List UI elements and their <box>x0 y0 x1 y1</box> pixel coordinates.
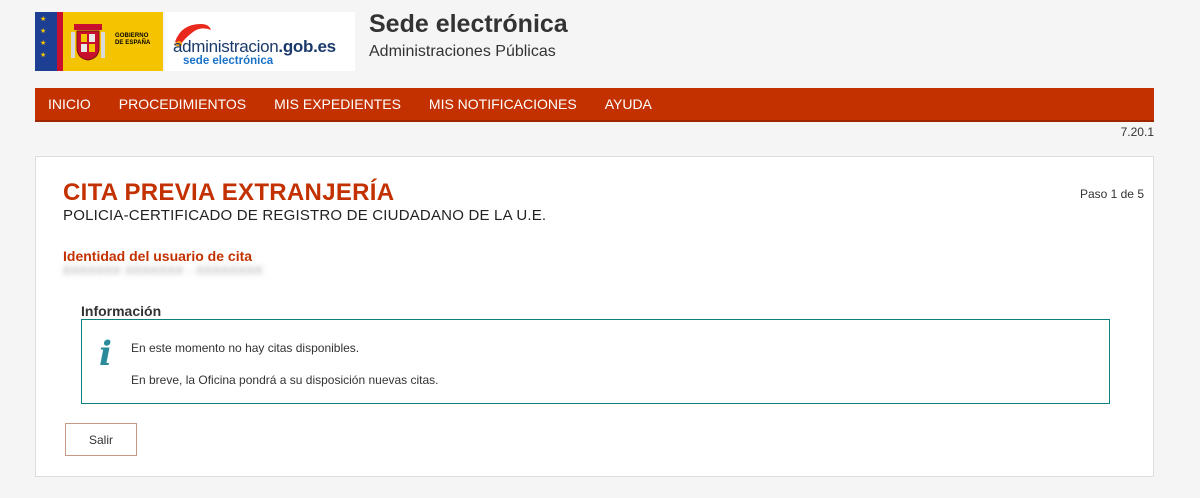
info-heading: Información <box>81 303 162 319</box>
nav-item-inicio[interactable]: INICIO <box>48 96 91 112</box>
page-subtitle: POLICIA-CERTIFICADO DE REGISTRO DE CIUDA… <box>63 207 547 224</box>
nav-item-ayuda[interactable]: AYUDA <box>605 96 652 112</box>
info-box: i En este momento no hay citas disponibl… <box>81 319 1110 404</box>
nav-item-mis-notificaciones[interactable]: MIS NOTIFICACIONES <box>429 96 577 112</box>
gobierno-logo-text: GOBIERNO DE ESPAÑA <box>115 33 150 47</box>
step-indicator: Paso 1 de 5 <box>1079 187 1144 201</box>
info-message-2: En breve, la Oficina pondrá a su disposi… <box>131 373 439 387</box>
gobierno-de-espana-logo[interactable]: ★ ★ ★ ★ GOBIERNO DE ESPAÑA <box>35 12 163 71</box>
coat-of-arms-icon <box>71 24 105 61</box>
administracion-logo[interactable]: administracion.gob.es sede electrónica <box>165 12 355 71</box>
nav-item-mis-expedientes[interactable]: MIS EXPEDIENTES <box>274 96 401 112</box>
star-icon: ★ <box>40 16 47 23</box>
main-card: CITA PREVIA EXTRANJERÍA POLICIA-CERTIFIC… <box>35 156 1154 477</box>
header: ★ ★ ★ ★ GOBIERNO DE ESPAÑA administracio… <box>0 0 1200 88</box>
main-nav: INICIO PROCEDIMIENTOS MIS EXPEDIENTES MI… <box>35 88 1154 122</box>
star-icon: ★ <box>40 28 47 35</box>
info-message-1: En este momento no hay citas disponibles… <box>131 341 360 355</box>
administracion-logo-name: administracion.gob.es <box>173 37 336 57</box>
administracion-logo-domain: .gob.es <box>278 37 336 56</box>
administracion-logo-word: administracion <box>173 37 279 56</box>
page-title: CITA PREVIA EXTRANJERÍA <box>63 179 395 206</box>
administracion-logo-sub: sede electrónica <box>183 55 274 67</box>
eu-flag-band: ★ ★ ★ ★ <box>35 12 57 71</box>
star-icon: ★ <box>40 52 47 59</box>
identity-label: Identidad del usuario de cita <box>63 248 253 264</box>
identity-value-redacted: XXXXXXX XXXXXXX - XXXXXXXX <box>63 265 264 277</box>
info-icon: i <box>99 334 112 374</box>
nav-item-procedimientos[interactable]: PROCEDIMIENTOS <box>119 96 246 112</box>
version-label: 7.20.1 <box>1120 125 1154 139</box>
site-title: Sede electrónica <box>369 10 568 38</box>
star-icon: ★ <box>40 40 47 47</box>
exit-button[interactable]: Salir <box>65 423 137 456</box>
site-subtitle: Administraciones Públicas <box>369 43 556 60</box>
flag-band <box>57 12 63 71</box>
gobierno-logo-line-1: GOBIERNO <box>115 33 149 39</box>
gobierno-logo-line-2: DE ESPAÑA <box>115 40 151 46</box>
